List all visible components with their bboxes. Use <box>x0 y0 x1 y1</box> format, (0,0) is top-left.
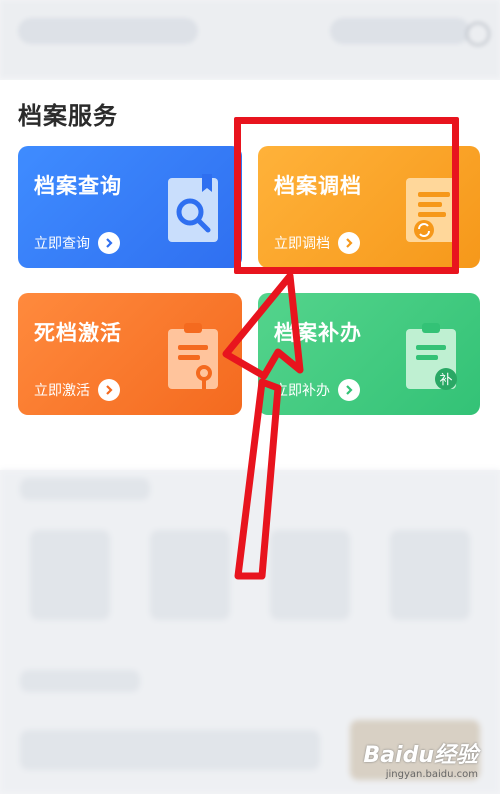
blurred-search-area <box>18 18 198 44</box>
baidu-watermark: Baidu经验 jingyan.baidu.com <box>363 737 478 780</box>
chevron-right-icon <box>98 379 120 401</box>
archive-query-card[interactable]: 档案查询 立即查询 <box>18 146 242 268</box>
card-action-label: 立即补办 <box>274 383 330 399</box>
dead-archive-activation-card[interactable]: 死档激活 立即激活 <box>18 293 242 415</box>
card-action[interactable]: 立即激活 <box>34 379 120 401</box>
card-action-label: 立即激活 <box>34 383 90 399</box>
chevron-right-icon <box>98 232 120 254</box>
archive-reissue-card[interactable]: 档案补办 立即补办 补 <box>258 293 480 415</box>
document-search-icon <box>168 174 218 242</box>
card-action-label: 立即查询 <box>34 236 90 252</box>
section-title: 档案服务 <box>18 102 118 130</box>
watermark-url: jingyan.baidu.com <box>385 769 478 780</box>
card-title: 档案补办 <box>274 321 362 345</box>
chevron-right-icon <box>338 379 360 401</box>
card-action[interactable]: 立即补办 <box>274 379 360 401</box>
highlight-box <box>234 117 459 274</box>
clipboard-key-icon <box>168 323 218 389</box>
card-title: 死档激活 <box>34 321 122 345</box>
blurred-icon <box>466 22 490 46</box>
card-title: 档案查询 <box>34 174 122 198</box>
clipboard-reissue-icon: 补 <box>406 323 457 390</box>
reissue-badge: 补 <box>439 373 452 388</box>
blurred-top-right-area <box>330 18 470 44</box>
card-action[interactable]: 立即查询 <box>34 232 120 254</box>
blurred-top-bar <box>0 0 500 78</box>
watermark-logo: Baidu经验 <box>363 743 478 768</box>
